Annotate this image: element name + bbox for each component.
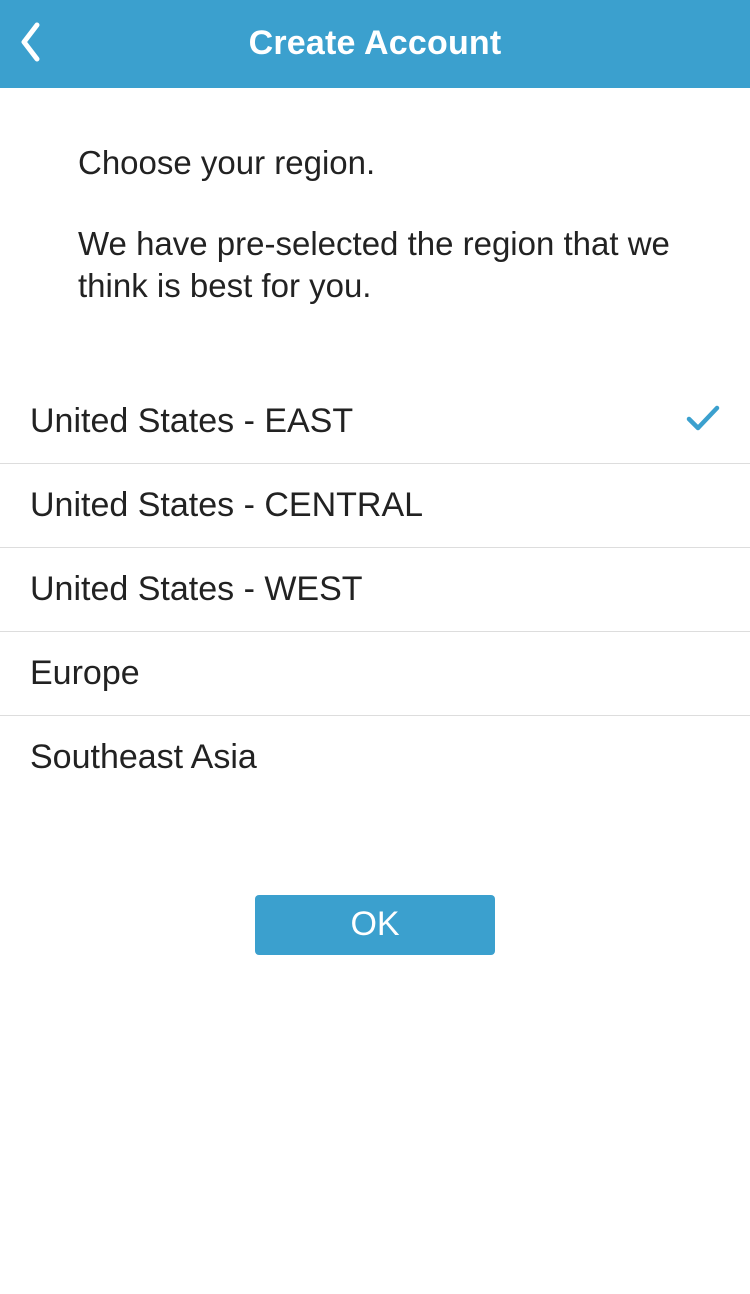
region-label: Southeast Asia — [30, 738, 720, 777]
region-item-southeast-asia[interactable]: Southeast Asia — [0, 716, 750, 799]
region-item-us-central[interactable]: United States - CENTRAL — [0, 464, 750, 548]
intro-block: Choose your region. We have pre-selected… — [0, 88, 750, 346]
check-icon — [686, 402, 720, 441]
region-label: Europe — [30, 654, 720, 693]
page-title: Create Account — [0, 24, 750, 63]
region-label: United States - WEST — [30, 570, 720, 609]
intro-heading: Choose your region. — [78, 142, 672, 183]
back-button[interactable] — [0, 0, 60, 88]
ok-button-wrap: OK — [0, 895, 750, 955]
region-item-us-west[interactable]: United States - WEST — [0, 548, 750, 632]
region-item-us-east[interactable]: United States - EAST — [0, 380, 750, 464]
intro-subtext: We have pre-selected the region that we … — [78, 223, 672, 306]
ok-button[interactable]: OK — [255, 895, 495, 955]
header: Create Account — [0, 0, 750, 88]
region-item-europe[interactable]: Europe — [0, 632, 750, 716]
region-label: United States - CENTRAL — [30, 486, 720, 525]
region-list: United States - EAST United States - CEN… — [0, 380, 750, 799]
region-label: United States - EAST — [30, 402, 686, 441]
chevron-left-icon — [19, 22, 41, 67]
